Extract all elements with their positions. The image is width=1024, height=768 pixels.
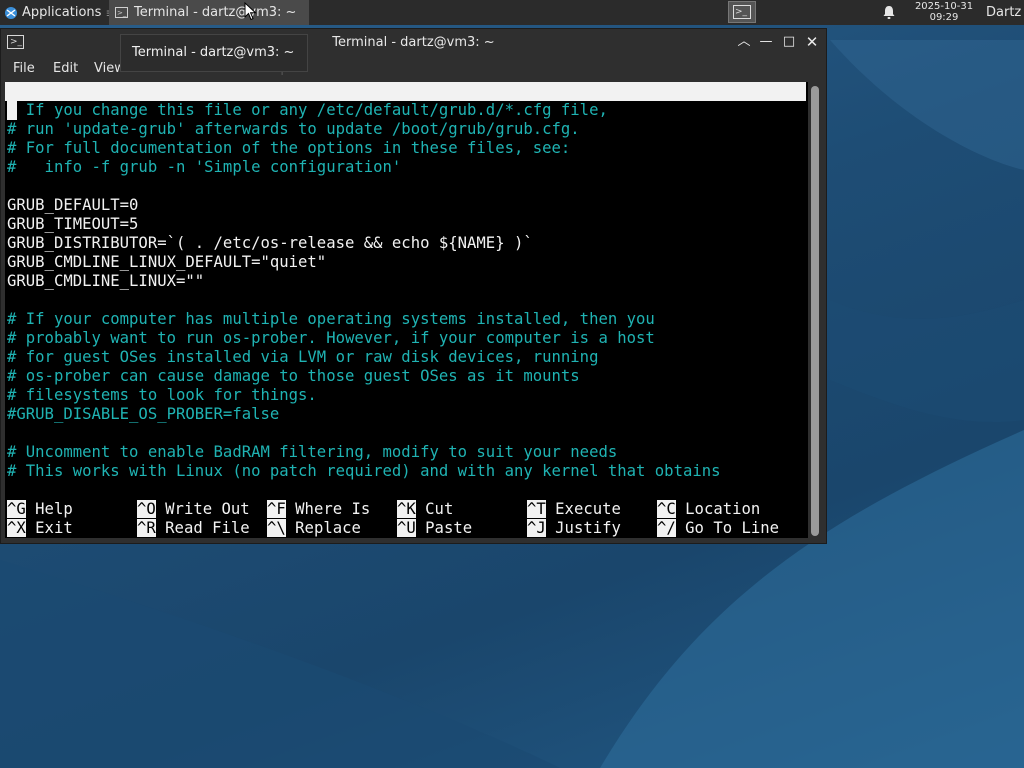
close-icon[interactable]: ✕ [803, 33, 821, 51]
shortcut-label: Go To Line [685, 519, 780, 537]
shortcut-read-file: ^R Read File [137, 519, 250, 538]
mouse-cursor-icon [244, 2, 257, 21]
top-panel: Applications ≡ >_ Terminal - dartz@vm3: … [0, 0, 1024, 25]
shortcut-execute: ^T Execute [527, 500, 621, 519]
text-cursor [7, 101, 17, 120]
file-line: # os-prober can cause damage to those gu… [7, 367, 580, 385]
shortcut-label: Where Is [295, 500, 371, 518]
shortcut-key: ^J [527, 519, 546, 537]
shortcut-key: ^R [137, 519, 156, 537]
shortcut-go-to-line: ^/ Go To Line [657, 519, 779, 538]
file-line: # run 'update-grub' afterwards to update… [7, 120, 580, 138]
clock[interactable]: 2025-10-31 09:29 [906, 1, 982, 23]
maximize-up-icon[interactable]: ︿ [735, 33, 753, 51]
clock-date: 2025-10-31 [914, 1, 974, 12]
shortcut-label: Help [35, 500, 73, 518]
terminal-output[interactable]: GNU nano 8.4 /etc/default/grub # If you … [5, 82, 808, 538]
shortcut-key: ^K [397, 500, 416, 518]
terminal-icon: >_ [115, 7, 128, 18]
file-line: # probably want to run os-prober. Howeve… [7, 329, 655, 347]
nano-header: GNU nano 8.4 /etc/default/grub [5, 82, 806, 138]
file-line: # If you change this file or any /etc/de… [7, 101, 608, 119]
workspace-pager[interactable]: >_ [728, 1, 756, 23]
taskbar-terminal-label: Terminal - dartz@vm3: ~ [134, 5, 297, 20]
file-line: GRUB_CMDLINE_LINUX="" [7, 272, 205, 290]
shortcut-cut: ^K Cut [397, 500, 453, 519]
file-line: GRUB_DISTRIBUTOR=`( . /etc/os-release &&… [7, 234, 533, 252]
shortcut-label: Replace [295, 519, 361, 537]
shortcut-key: ^T [527, 500, 546, 518]
xfce-mouse-icon [5, 6, 17, 19]
shortcut-write-out: ^O Write Out [137, 500, 250, 519]
user-menu[interactable]: Dartz [986, 0, 1021, 25]
file-line: # Uncomment to enable BadRAM filtering, … [7, 443, 618, 461]
shortcut-help: ^G Help [7, 500, 73, 519]
shortcut-key: ^/ [657, 519, 676, 537]
shortcut-key: ^C [657, 500, 676, 518]
menu-edit[interactable]: Edit [53, 61, 78, 76]
terminal-scrollbar[interactable] [809, 82, 821, 538]
file-line: # info -f grub -n 'Simple configuration' [7, 158, 402, 176]
bell-icon[interactable] [882, 5, 896, 20]
applications-menu[interactable]: Applications ≡ [0, 0, 115, 25]
shortcut-key: ^X [7, 519, 26, 537]
shortcut-label: Exit [35, 519, 73, 537]
terminal-pager-icon: >_ [733, 5, 751, 19]
shortcut-key: ^G [7, 500, 26, 518]
shortcut-key: ^\ [267, 519, 286, 537]
shortcut-label: Execute [555, 500, 621, 518]
shortcut-replace: ^\ Replace [267, 519, 361, 538]
file-line: GRUB_TIMEOUT=5 [7, 215, 139, 233]
shortcut-exit: ^X Exit [7, 519, 73, 538]
file-line: GRUB_CMDLINE_LINUX_DEFAULT="quiet" [7, 253, 327, 271]
shortcut-key: ^U [397, 519, 416, 537]
scrollbar-thumb[interactable] [811, 86, 819, 536]
shortcut-justify: ^J Justify [527, 519, 621, 538]
applications-label: Applications [22, 5, 102, 20]
maximize-icon[interactable]: □ [780, 33, 798, 51]
menu-file[interactable]: File [13, 61, 35, 76]
shortcut-label: Read File [165, 519, 250, 537]
shortcut-location: ^C Location [657, 500, 760, 519]
file-line: GRUB_DEFAULT=0 [7, 196, 139, 214]
file-line: # For full documentation of the options … [7, 139, 571, 157]
taskbar-terminal-button[interactable]: >_ Terminal - dartz@vm3: ~ [109, 0, 309, 25]
shortcut-where-is: ^F Where Is [267, 500, 370, 519]
shortcut-label: Paste [425, 519, 473, 537]
shortcut-key: ^F [267, 500, 286, 518]
shortcut-label: Cut [425, 500, 454, 518]
shortcut-key: ^O [137, 500, 156, 518]
shortcut-paste: ^U Paste [397, 519, 472, 538]
taskbar-tooltip: Terminal - dartz@vm3: ~ [120, 34, 308, 72]
shortcut-label: Justify [555, 519, 621, 537]
file-line: #GRUB_DISABLE_OS_PROBER=false [7, 405, 280, 423]
terminal-window: >_ Terminal - dartz@vm3: ~ ︿ — □ ✕ File … [0, 28, 827, 544]
file-line: # This works with Linux (no patch requir… [7, 462, 721, 480]
file-line: # filesystems to look for things. [7, 386, 317, 404]
file-line: # If your computer has multiple operatin… [7, 310, 655, 328]
clock-time: 09:29 [929, 12, 959, 23]
minimize-icon[interactable]: — [757, 33, 775, 51]
shortcut-label: Location [685, 500, 761, 518]
file-line: # for guest OSes installed via LVM or ra… [7, 348, 599, 366]
shortcut-label: Write Out [165, 500, 250, 518]
